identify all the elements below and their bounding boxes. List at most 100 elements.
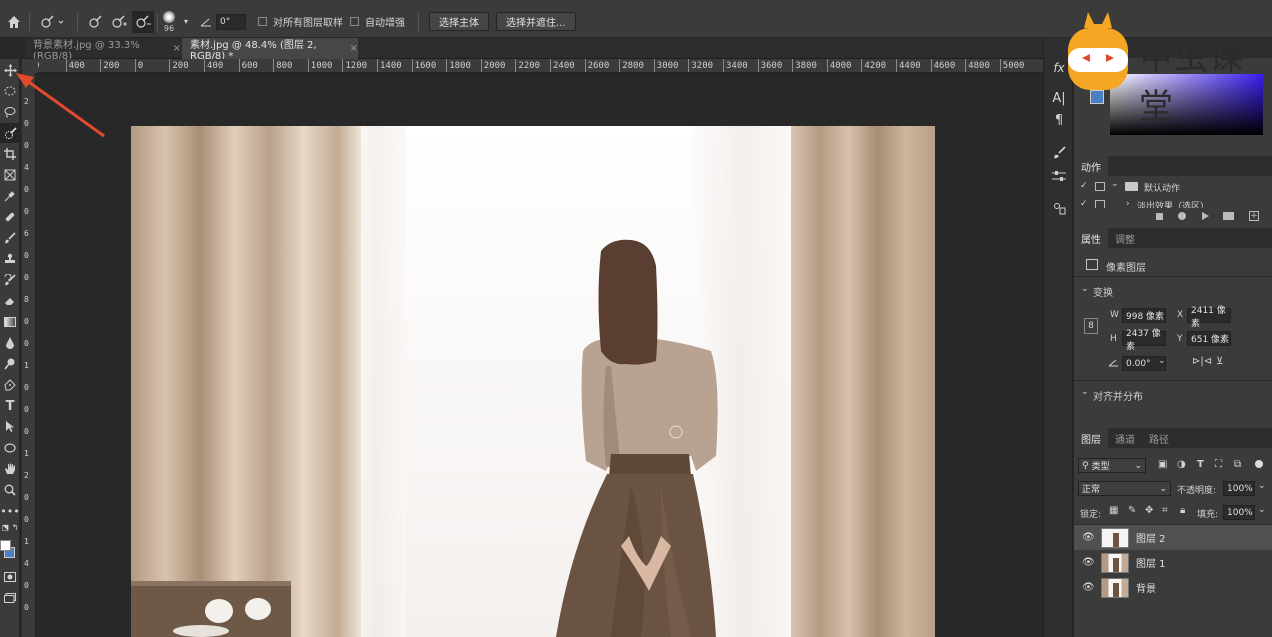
select-and-mask-button[interactable]: 选择并遮住...	[496, 12, 576, 31]
path-selection-tool[interactable]	[0, 417, 20, 437]
fill-input[interactable]: 100%	[1223, 505, 1255, 520]
gradient-tool[interactable]	[0, 312, 20, 332]
clone-source-icon[interactable]	[1049, 198, 1069, 218]
check-icon[interactable]: ✓	[1080, 181, 1088, 191]
lock-transparent-icon[interactable]: ▦	[1109, 505, 1118, 516]
smart-object-filter-icon[interactable]: ⧉	[1234, 459, 1241, 470]
sample-all-layers-checkbox[interactable]: 对所有图层取样	[258, 5, 343, 38]
checkbox-box[interactable]	[350, 17, 359, 26]
add-to-selection-button[interactable]	[111, 5, 127, 38]
angle-input[interactable]: 0°	[216, 13, 246, 30]
paragraph-icon[interactable]: ¶	[1049, 110, 1069, 130]
screen-mode-button[interactable]	[0, 588, 20, 608]
vertical-ruler[interactable]: 0 2 0 0 4 0 0 6 0 0 8 0 0 1 0 0 0 1 2 0 0 1 4 0 0	[22, 73, 36, 637]
chevron-down-icon[interactable]: ⌄	[1158, 356, 1166, 366]
crop-tool[interactable]	[0, 144, 20, 164]
lock-image-icon[interactable]: ✎	[1128, 505, 1136, 516]
subtract-from-selection-button[interactable]	[132, 11, 154, 33]
type-tool[interactable]: T	[0, 396, 20, 416]
layer-row-background[interactable]: 👁︎ 背景	[1074, 575, 1272, 600]
eye-icon[interactable]: 👁︎	[1082, 532, 1095, 543]
layer-filter-select[interactable]: ⚲ 类型 ⌄	[1078, 458, 1146, 473]
brush-size-picker[interactable]: 96	[163, 5, 175, 38]
chevron-down-icon[interactable]: ⌄	[1081, 387, 1089, 397]
tab-adjustments[interactable]: 调整	[1108, 228, 1142, 248]
chevron-down-icon[interactable]: ⌄	[1258, 505, 1266, 515]
history-brush-tool[interactable]	[0, 270, 20, 290]
width-input[interactable]: 998 像素	[1122, 308, 1166, 323]
filter-toggle-icon[interactable]	[1255, 460, 1263, 468]
flip-horizontal-icon[interactable]: ⊳|⊲	[1192, 356, 1212, 367]
tab-paths[interactable]: 路径	[1142, 428, 1176, 448]
transform-section-title[interactable]: 变换	[1093, 284, 1113, 299]
layer-name[interactable]: 图层 2	[1136, 530, 1166, 545]
pixel-filter-icon[interactable]: ▣	[1158, 459, 1167, 470]
dialog-toggle-icon[interactable]	[1095, 200, 1105, 208]
eyedropper-tool[interactable]	[0, 186, 20, 206]
shape-filter-icon[interactable]: ⛶	[1215, 459, 1222, 470]
new-selection-button[interactable]	[88, 5, 104, 38]
action-set-label[interactable]: 默认动作	[1144, 181, 1180, 194]
chevron-down-icon[interactable]: ▾	[184, 5, 188, 38]
check-icon[interactable]: ✓	[1080, 199, 1088, 208]
hand-tool[interactable]	[0, 459, 20, 479]
tab-material-active[interactable]: 素材.jpg @ 48.4% (图层 2, RGB/8) * ×	[182, 38, 358, 62]
height-input[interactable]: 2437 像素	[1122, 329, 1166, 352]
new-action-icon[interactable]: +	[1249, 211, 1259, 221]
stop-icon[interactable]	[1156, 213, 1163, 220]
eye-icon[interactable]: 👁︎	[1082, 557, 1095, 568]
layer-row-layer1[interactable]: 👁︎ 图层 1	[1074, 550, 1272, 575]
flip-vertical-icon[interactable]: ⊻	[1216, 356, 1223, 367]
tab-background-material[interactable]: 背景素材.jpg @ 33.3%(RGB/8) ×	[25, 38, 181, 62]
brush-tool[interactable]	[0, 228, 20, 248]
eraser-tool[interactable]	[0, 291, 20, 311]
auto-enhance-checkbox[interactable]: 自动增强	[350, 5, 405, 38]
tab-channels[interactable]: 通道	[1108, 428, 1142, 448]
foreground-color-swatch[interactable]	[0, 540, 11, 551]
layer-name[interactable]: 图层 1	[1136, 555, 1166, 570]
layer-name[interactable]: 背景	[1136, 580, 1156, 595]
tab-layers[interactable]: 图层	[1074, 428, 1108, 448]
shape-tool[interactable]	[0, 438, 20, 458]
quick-select-preset-button[interactable]	[40, 5, 64, 38]
healing-brush-tool[interactable]	[0, 207, 20, 227]
new-set-folder-icon[interactable]	[1223, 212, 1234, 220]
x-input[interactable]: 2411 像素	[1187, 306, 1231, 329]
close-icon[interactable]: ×	[350, 43, 358, 54]
action-row-partial[interactable]: ✓ › 淡出效果（选区）	[1074, 197, 1272, 208]
layer-row-layer2[interactable]: 👁︎ 图层 2	[1074, 525, 1272, 550]
dodge-tool[interactable]	[0, 354, 20, 374]
opacity-input[interactable]: 100%	[1223, 481, 1255, 496]
tab-actions[interactable]: 动作	[1074, 156, 1108, 176]
lock-artboard-icon[interactable]: ⌗	[1162, 505, 1168, 516]
checkbox-box[interactable]	[258, 17, 267, 26]
swap-colors-button[interactable]: ⬔ ↰	[0, 521, 20, 533]
link-icon[interactable]: 8	[1084, 318, 1098, 334]
y-input[interactable]: 651 像素	[1187, 331, 1231, 346]
blur-tool[interactable]	[0, 333, 20, 353]
lasso-tool[interactable]	[0, 102, 20, 122]
pen-tool[interactable]	[0, 375, 20, 395]
frame-tool[interactable]	[0, 165, 20, 185]
record-icon[interactable]	[1178, 212, 1186, 220]
marquee-tool[interactable]	[0, 81, 20, 101]
align-section-title[interactable]: 对齐并分布	[1093, 388, 1143, 403]
brush-settings-icon[interactable]	[1049, 142, 1069, 162]
quick-selection-tool[interactable]	[0, 123, 20, 143]
action-label[interactable]: 淡出效果（选区）	[1137, 199, 1209, 208]
lock-all-icon[interactable]: 🔒︎	[1180, 505, 1185, 516]
close-icon[interactable]: ×	[173, 43, 181, 54]
adjustment-filter-icon[interactable]: ◑	[1177, 459, 1186, 470]
select-subject-button[interactable]: 选择主体	[429, 12, 489, 31]
type-filter-icon[interactable]: T	[1197, 459, 1204, 470]
chevron-down-icon[interactable]: ⌄	[1111, 179, 1119, 189]
eye-icon[interactable]: 👁︎	[1082, 582, 1095, 593]
move-tool[interactable]	[0, 60, 20, 80]
zoom-tool[interactable]	[0, 480, 20, 500]
chevron-down-icon[interactable]: ⌄	[1081, 284, 1089, 294]
lock-position-icon[interactable]: ✥	[1145, 505, 1153, 516]
horizontal-ruler[interactable]: 0400200020040060080010001200140016001800…	[38, 59, 1043, 73]
chevron-right-icon[interactable]: ›	[1126, 199, 1130, 208]
document-image[interactable]	[131, 126, 935, 637]
more-tools-button[interactable]: •••	[0, 501, 20, 521]
